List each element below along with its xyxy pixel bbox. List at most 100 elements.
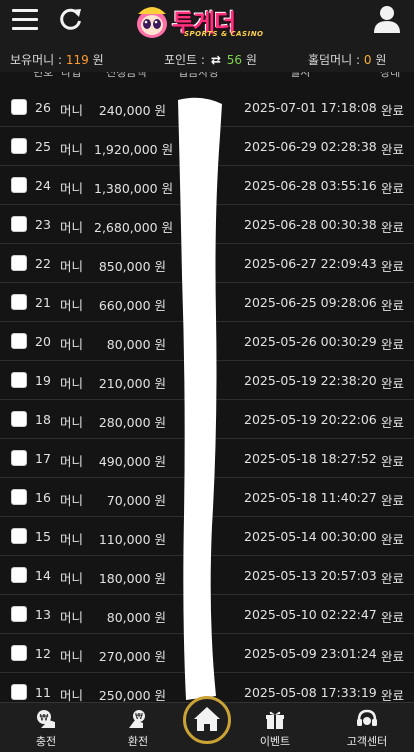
cell-no: 18 — [35, 412, 51, 427]
cell-no: 19 — [35, 373, 51, 388]
cell-amount: 1,380,000 원 — [94, 181, 174, 196]
cell-date: 2025-05-13 20:57:03 — [244, 568, 377, 583]
row-checkbox[interactable] — [11, 450, 27, 466]
row-checkbox[interactable] — [11, 372, 27, 388]
mascot-icon — [137, 7, 167, 38]
header-no: 번호 — [33, 72, 54, 79]
cell-status: 완료 — [381, 337, 405, 352]
cell-no: 12 — [35, 646, 51, 661]
cell-no: 21 — [35, 295, 51, 310]
cell-date: 2025-05-26 00:30:29 — [244, 334, 377, 349]
cell-no: 14 — [35, 568, 51, 583]
cell-date: 2025-06-28 00:30:38 — [244, 217, 377, 232]
point-unit: 원 — [245, 53, 257, 67]
cell-no: 17 — [35, 451, 51, 466]
svg-text:₩: ₩ — [135, 712, 143, 721]
cell-status: 완료 — [381, 493, 405, 508]
cell-date: 2025-05-08 17:33:19 — [244, 685, 377, 700]
cell-status: 완료 — [381, 259, 405, 274]
row-checkbox[interactable] — [11, 645, 27, 661]
cell-type: 머니 — [60, 649, 84, 664]
headset-icon — [357, 709, 377, 726]
cell-amount: 2,680,000 원 — [94, 220, 174, 235]
row-checkbox[interactable] — [11, 411, 27, 427]
point-label: 포인트 : — [164, 53, 205, 67]
money-value: 119 — [65, 53, 89, 67]
cell-amount: 210,000 원 — [98, 376, 166, 391]
cell-no: 11 — [35, 685, 51, 700]
cell-type: 머니 — [60, 259, 84, 274]
cell-date: 2025-05-09 23:01:24 — [244, 646, 377, 661]
cell-type: 머니 — [60, 337, 84, 352]
cell-date: 2025-06-28 03:55:16 — [244, 178, 377, 193]
swap-icon[interactable]: ⇄ — [211, 53, 221, 67]
nav-support[interactable]: 고객센터 — [332, 708, 402, 752]
cell-no: 22 — [35, 256, 51, 271]
row-checkbox[interactable] — [11, 528, 27, 544]
header-depositor: 입금자명 — [178, 72, 219, 79]
header-amount: 신청금액 — [106, 72, 147, 79]
cell-type: 머니 — [60, 571, 84, 586]
cell-amount: 1,920,000 원 — [94, 142, 174, 157]
nav-event[interactable]: 이벤트 — [240, 708, 310, 752]
cell-amount: 490,000 원 — [98, 454, 166, 469]
row-checkbox[interactable] — [11, 333, 27, 349]
cell-amount: 280,000 원 — [98, 415, 166, 430]
deposit-icon: ₩ — [37, 710, 55, 728]
cell-amount: 80,000 원 — [106, 610, 166, 625]
cell-type: 머니 — [60, 493, 84, 508]
row-checkbox[interactable] — [11, 684, 27, 700]
cell-status: 완료 — [381, 454, 405, 469]
nav-support-label: 고객센터 — [346, 735, 388, 748]
row-checkbox[interactable] — [11, 138, 27, 154]
cell-type: 머니 — [60, 181, 84, 196]
logo-subtitle: SPORTS & CASINO — [184, 30, 264, 38]
nav-deposit[interactable]: ₩ 충전 — [11, 708, 81, 752]
holdem-balance: 홀덤머니 : 0 원 — [308, 51, 386, 68]
cell-status: 완료 — [381, 298, 405, 313]
withdraw-icon: ₩ — [129, 710, 145, 728]
money-label: 보유머니 : — [10, 53, 63, 67]
row-checkbox[interactable] — [11, 489, 27, 505]
cell-status: 완료 — [381, 688, 405, 702]
money-balance: 보유머니 : 119 원 — [10, 51, 104, 68]
nav-withdraw[interactable]: ₩ 환전 — [103, 708, 173, 752]
menu-icon[interactable] — [12, 9, 38, 31]
header-status: 상태 — [380, 72, 401, 79]
refresh-icon[interactable] — [58, 6, 84, 32]
user-icon[interactable] — [372, 4, 402, 34]
cell-amount: 240,000 원 — [98, 103, 166, 118]
cell-status: 완료 — [381, 532, 405, 547]
cell-type: 머니 — [60, 688, 84, 702]
cell-type: 머니 — [60, 532, 84, 547]
row-checkbox[interactable] — [11, 255, 27, 271]
cell-no: 15 — [35, 529, 51, 544]
cell-status: 완료 — [381, 376, 405, 391]
table-header: 번호 타입 신청금액 입금자명 일시 상태 — [0, 72, 414, 80]
cell-no: 16 — [35, 490, 51, 505]
cell-type: 머니 — [60, 610, 84, 625]
cell-status: 완료 — [381, 649, 405, 664]
nav-home[interactable] — [183, 696, 231, 744]
site-logo[interactable]: 투게더 SPORTS & CASINO — [130, 2, 280, 42]
cell-amount: 180,000 원 — [98, 571, 166, 586]
cell-amount: 660,000 원 — [98, 298, 166, 313]
row-checkbox[interactable] — [11, 177, 27, 193]
holdem-label: 홀덤머니 : — [308, 53, 361, 67]
cell-type: 머니 — [60, 298, 84, 313]
cell-status: 완료 — [381, 415, 405, 430]
nav-event-label: 이벤트 — [259, 735, 291, 748]
cell-type: 머니 — [60, 376, 84, 391]
cell-type: 머니 — [60, 103, 84, 118]
header-date: 일시 — [290, 72, 311, 79]
row-checkbox[interactable] — [11, 216, 27, 232]
cell-amount: 850,000 원 — [98, 259, 166, 274]
row-checkbox[interactable] — [11, 606, 27, 622]
cell-type: 머니 — [60, 415, 84, 430]
row-checkbox[interactable] — [11, 294, 27, 310]
cell-status: 완료 — [381, 220, 405, 235]
nav-deposit-label: 충전 — [35, 735, 57, 748]
cell-amount: 70,000 원 — [106, 493, 166, 508]
row-checkbox[interactable] — [11, 99, 27, 115]
row-checkbox[interactable] — [11, 567, 27, 583]
